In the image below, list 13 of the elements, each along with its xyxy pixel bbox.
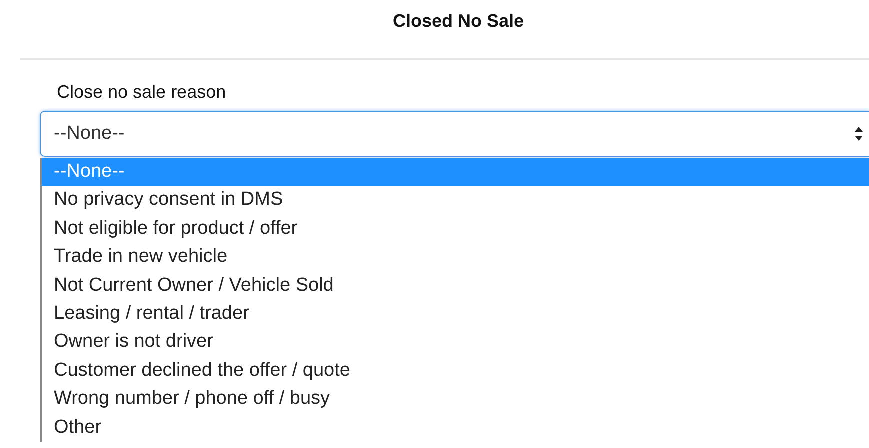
dialog-title: Closed No Sale [392,10,524,32]
dropdown-option[interactable]: Other [42,414,869,442]
dropdown-option[interactable]: Leasing / rental / trader [42,300,869,328]
reason-dropdown[interactable]: --None-- [40,111,869,157]
field-label: Close no sale reason [57,81,228,103]
dropdown-option[interactable]: Trade in new vehicle [42,243,869,272]
sort-arrows-icon [854,126,864,142]
dropdown-option[interactable]: Owner is not driver [42,328,869,357]
dropdown-option[interactable]: No privacy consent in DMS [42,186,869,215]
dropdown-option[interactable]: Customer declined the offer / quote [42,356,869,386]
dropdown-option[interactable]: Wrong number / phone off / busy [42,385,869,414]
dropdown-option[interactable]: Not Current Owner / Vehicle Sold [42,272,869,300]
dropdown-option[interactable]: Not eligible for product / offer [42,214,869,244]
